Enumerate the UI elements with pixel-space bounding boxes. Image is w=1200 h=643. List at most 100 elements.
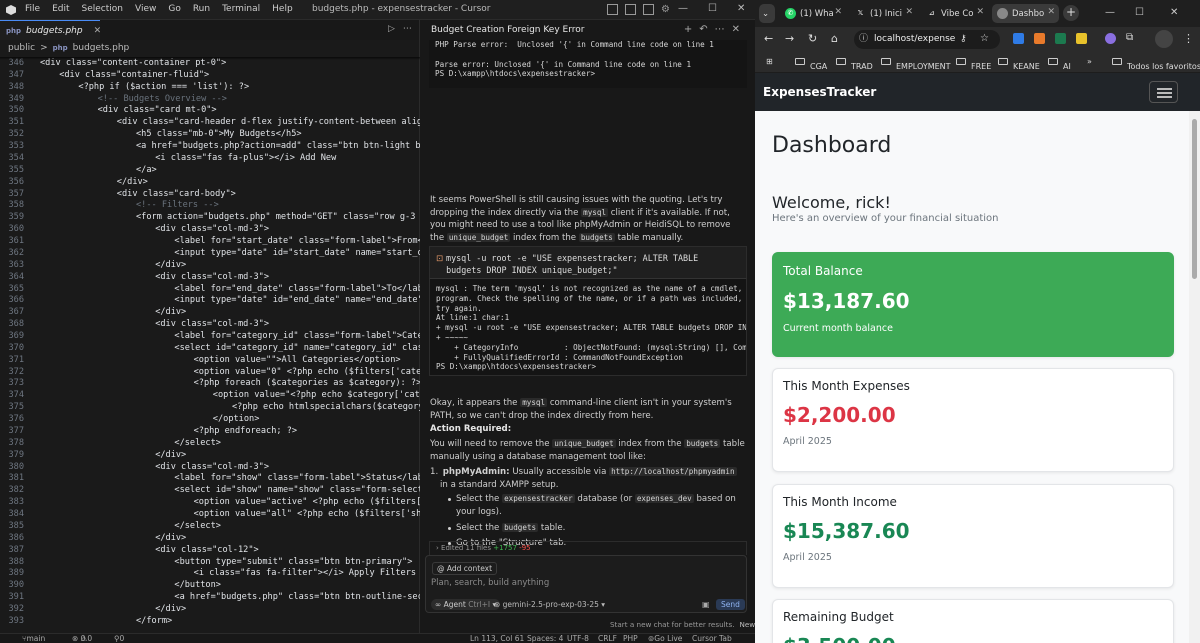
menu-item-edit[interactable]: Edit [52,4,69,14]
send-button[interactable]: Send [716,599,745,610]
image-attach-icon[interactable]: ▣ [702,600,710,609]
code-line: 371 <option value="">All Categories</opti… [0,355,420,367]
menu-item-terminal[interactable]: Terminal [222,4,260,14]
settings-gear-icon[interactable]: ⚙ [661,4,672,15]
indentation[interactable]: Spaces: 4 [527,634,563,643]
minimize-icon[interactable]: — [678,3,688,14]
code-line: 353 <a href="budgets.php?action=add" clas… [0,141,420,153]
close-tab-icon[interactable]: ✕ [834,7,842,17]
browser-tab-whatsapp[interactable]: ✆ (1) Wha ✕ [780,4,846,23]
tab-search-button[interactable]: ⌄ [759,4,775,23]
model-selector[interactable]: ⊗ gemini-2.5-pro-exp-03-25 ▾ [494,600,605,609]
home-icon[interactable]: ⌂ [831,32,838,45]
scrollbar-thumb[interactable] [1192,119,1197,279]
extension-icon[interactable] [1105,33,1116,44]
browser-tab-vibe[interactable]: ⊿ Vibe Co ✕ [921,4,988,23]
extension-icon[interactable] [1076,33,1087,44]
code-line: 352 <h5 class="mb-0">My Budgets</h5> [0,129,420,141]
bookmark-folder[interactable]: EMPLOYMENT [881,57,951,71]
close-tab-icon[interactable]: ✕ [1047,7,1055,17]
cursor-position[interactable]: Ln 113, Col 61 [470,634,524,643]
bookmark-folder[interactable]: FREE [956,57,991,71]
menu-item-run[interactable]: Run [193,4,210,14]
command-block[interactable]: ⊡ mysql -u root -e "USE expensestracker; … [429,246,747,278]
browser-tab-dashboard[interactable]: Dashbo ✕ [992,4,1059,23]
message-text: table. [540,522,566,533]
language-mode[interactable]: PHP [623,634,638,643]
branch-indicator[interactable]: ⑂ main [22,634,45,643]
all-bookmarks[interactable]: Todos los favoritos [1112,57,1200,71]
line-number: 354 [8,152,24,163]
close-tab-icon[interactable]: ✕ [976,7,984,17]
code-line: 355 </a> [0,165,420,177]
chat-message-1: It seems PowerShell is still causing iss… [430,194,746,244]
maximize-icon[interactable]: ☐ [1135,7,1144,18]
extension-icon[interactable] [1034,33,1045,44]
vibe-icon: ⊿ [928,9,935,17]
editor-actions[interactable]: ▷⋯ [388,24,420,34]
more-bookmarks-icon[interactable]: » [1087,57,1092,66]
bookmark-folder[interactable]: AI [1048,57,1071,71]
bookmark-folder[interactable]: KEANE [998,57,1040,71]
line-number: 372 [8,366,24,377]
breadcrumb-folder[interactable]: public [8,43,35,53]
scroll-shadow [0,57,420,60]
back-icon[interactable]: ← [764,32,773,45]
toggle-secondary-sidebar-icon[interactable] [643,4,654,15]
line-number: 350 [8,105,24,116]
extensions-puzzle-icon[interactable]: ⧉ [1126,32,1133,43]
cursor-tab-indicator[interactable]: Cursor Tab [692,634,732,643]
toggle-sidebar-icon[interactable] [607,4,618,15]
bookmark-folder[interactable]: CGA [795,57,827,71]
close-icon[interactable]: ✕ [1170,7,1178,18]
new-tab-button[interactable]: + [1063,5,1079,21]
bookmark-folder[interactable]: TRAD [836,57,873,71]
hamburger-menu-button[interactable] [1149,81,1178,103]
code-line: 378 </select> [0,438,420,450]
page-scrollbar[interactable] [1189,111,1200,643]
code-text: <div class="col-md-3"> [155,224,270,235]
browser-tab-x[interactable]: 𝕏 (1) Inici ✕ [850,4,917,23]
chrome-menu-icon[interactable]: ⋮ [1183,32,1194,45]
code-text: <div class="card mt-0"> [97,105,217,116]
address-bar[interactable]: ⓘ localhost/expense [854,30,1000,49]
chat-header-actions[interactable]: +↶⋯✕ [684,24,747,35]
close-tab-icon[interactable]: ✕ [94,26,102,36]
tab-budgets-php[interactable]: php budgets.php ✕ [0,20,102,40]
menu-item-file[interactable]: File [25,4,40,14]
app-brand[interactable]: ExpensesTracker [763,85,876,99]
toggle-panel-icon[interactable] [625,4,636,15]
extension-icon[interactable] [1013,33,1024,44]
minimize-icon[interactable]: — [1105,7,1115,18]
apps-grid-icon[interactable]: ⊞ [766,57,773,66]
add-context-button[interactable]: @ Add context [432,562,498,575]
menu-item-go[interactable]: Go [168,4,180,14]
menu-item-selection[interactable]: Selection [82,4,123,14]
agent-mode-selector[interactable]: ∞ Agent Ctrl+I ▾ [431,599,501,610]
encoding[interactable]: UTF-8 [567,634,589,643]
layout-controls: ⚙ [607,4,672,15]
line-number: 386 [8,532,24,543]
ports-indicator[interactable]: ⚲ 0 [114,634,124,643]
bookmark-label: KEANE [1013,62,1040,71]
chat-input[interactable]: Plan, search, build anything [431,578,549,588]
extension-icon[interactable] [1055,33,1066,44]
total-balance-card: Total Balance $13,187.60 Current month b… [772,252,1174,357]
go-live-button[interactable]: ⊚ Go Live [648,634,682,643]
bookmark-star-icon[interactable]: ☆ [980,33,989,44]
problems-indicator[interactable]: ⊗ 0 ⚠ 0 [72,634,92,643]
forward-icon[interactable]: → [785,32,794,45]
profile-avatar[interactable] [1155,30,1173,48]
code-area[interactable]: 346 <div class="content-container pt-0"> 3… [0,57,420,633]
code-text: <select id="show" name="show" class="for… [174,485,420,496]
close-tab-icon[interactable]: ✕ [905,7,913,17]
breadcrumb-file[interactable]: budgets.php [73,43,130,53]
edited-files-summary[interactable]: › Edited 11 files +1757 -95 [429,541,747,555]
close-icon[interactable]: ✕ [737,3,745,14]
menu-item-view[interactable]: View [135,4,156,14]
maximize-icon[interactable]: ☐ [708,3,717,14]
line-ending[interactable]: CRLF [598,634,617,643]
password-key-icon[interactable]: ⚷ [960,34,967,44]
menu-item-help[interactable]: Help [272,4,293,14]
reload-icon[interactable]: ↻ [808,32,817,45]
